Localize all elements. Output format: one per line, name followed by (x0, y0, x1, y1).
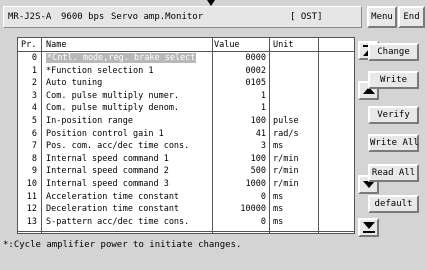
table-row[interactable]: 12 Deceleration time constant 10000 ms (18, 204, 354, 216)
screen: MR-J2S-A 9600 bps Servo amp.Monitor [ OS… (0, 0, 427, 270)
menu-button[interactable]: Menu (367, 6, 397, 28)
row-name: Com. pulse multiply numer. (46, 90, 180, 101)
row-value: 3 (260, 141, 266, 152)
row-name: Position control gain 1 (46, 128, 164, 139)
row-value: 1 (260, 103, 266, 114)
row-pr: 5 (31, 116, 37, 126)
table-row[interactable]: 2 Auto tuning 0105 (18, 78, 354, 90)
row-name: Deceleration time constant (46, 204, 180, 215)
row-pr: 2 (31, 78, 37, 89)
baud-rate-label: 9600 bps (61, 12, 105, 22)
table-row[interactable]: 4 Com. pulse multiply denom. 1 (18, 103, 354, 115)
row-pr: 1 (31, 65, 37, 76)
read-all-button[interactable]: Read All (368, 164, 419, 182)
row-name: *Function selection 1 (46, 65, 154, 76)
row-pr: 9 (31, 166, 37, 177)
row-value: 0105 (245, 78, 266, 89)
change-button[interactable]: Change (368, 43, 419, 61)
row-value: 41 (255, 128, 266, 139)
default-button[interactable]: default (368, 195, 419, 213)
table-row[interactable]: 9 Internal speed command 2 500 r/min (18, 166, 354, 178)
row-pr: 10 (26, 179, 37, 189)
row-unit: ms (273, 141, 284, 152)
row-unit: r/min (273, 166, 299, 177)
row-value: 500 (250, 166, 266, 177)
row-pr: 4 (31, 103, 37, 114)
end-button[interactable]: End (398, 6, 425, 28)
page-down-icon (363, 222, 375, 229)
table-row[interactable]: 10 Internal speed command 3 1000 r/min (18, 179, 354, 191)
row-unit: r/min (273, 179, 299, 189)
row-name: In-position range (46, 116, 133, 126)
verify-button[interactable]: Verify (368, 106, 419, 124)
table-row[interactable]: 7 Pos. com. acc/dec time cons. 3 ms (18, 141, 354, 153)
row-unit: ms (273, 191, 284, 202)
row-unit: ms (273, 204, 284, 215)
row-value: 0002 (245, 65, 266, 76)
row-unit: r/min (273, 153, 299, 164)
row-unit: pulse (273, 116, 299, 126)
row-pr: 3 (31, 90, 37, 101)
header-divider (18, 51, 354, 52)
row-name: S-pattern acc/dec time cons. (46, 216, 190, 227)
row-value: 0 (260, 216, 266, 227)
row-name: Internal speed command 1 (46, 153, 169, 164)
window-title: Servo amp.Monitor (111, 12, 204, 22)
row-value: 1 (260, 90, 266, 101)
table-row[interactable]: 1 *Function selection 1 0002 (18, 66, 354, 78)
row-name: Internal speed command 3 (46, 179, 169, 189)
title-bar: MR-J2S-A 9600 bps Servo amp.Monitor [ OS… (3, 6, 362, 28)
row-pr: 7 (31, 141, 37, 152)
row-unit: rad/s (273, 128, 299, 139)
parameter-table: Pr. Name Value Unit 0 *Cntl. mode,reg. br… (17, 37, 355, 234)
table-row[interactable]: 6 Position control gain 1 41 rad/s (18, 129, 354, 141)
row-pr: 11 (26, 191, 37, 202)
row-pr: 13 (26, 216, 37, 227)
table-row[interactable]: 5 In-position range 100 pulse (18, 116, 354, 128)
table-row[interactable]: 8 Internal speed command 1 100 r/min (18, 154, 354, 166)
page-down-bar-icon (363, 231, 375, 233)
row-pr: 0 (31, 53, 37, 63)
table-row[interactable]: 0 *Cntl. mode,reg. brake select 0000 (18, 53, 354, 65)
row-name: Acceleration time constant (46, 191, 180, 202)
row-value: 0000 (245, 53, 266, 63)
table-row[interactable]: 13 S-pattern acc/dec time cons. 0 ms (18, 217, 354, 229)
footer-note: *:Cycle amplifier power to initiate chan… (3, 240, 242, 250)
write-button[interactable]: Write (368, 71, 419, 89)
row-value: 0 (260, 191, 266, 202)
table-bottom-divider (18, 231, 354, 232)
table-row[interactable]: 3 Com. pulse multiply numer. 1 (18, 91, 354, 103)
row-name: Auto tuning (46, 78, 103, 89)
model-label: MR-J2S-A (8, 12, 52, 22)
table-row[interactable]: 11 Acceleration time constant 0 ms (18, 192, 354, 204)
row-pr: 12 (26, 204, 37, 215)
row-pr: 6 (31, 128, 37, 139)
row-value: 10000 (240, 204, 266, 215)
scroll-down-icon (363, 181, 375, 188)
header-value: Value (214, 40, 240, 50)
row-unit: ms (273, 216, 284, 227)
row-value: 100 (250, 153, 266, 164)
row-pr: 8 (31, 153, 37, 164)
row-name: Pos. com. acc/dec time cons. (46, 141, 190, 152)
row-value: 100 (250, 116, 266, 126)
row-name: Internal speed command 2 (46, 166, 169, 177)
row-name: *Cntl. mode,reg. brake select (46, 53, 197, 63)
header-name: Name (46, 40, 67, 50)
header-pr: Pr. (21, 40, 37, 50)
write-all-button[interactable]: Write All (368, 134, 419, 152)
page-down-button[interactable] (358, 218, 379, 237)
row-value: 1000 (245, 179, 266, 189)
header-unit: Unit (273, 40, 294, 50)
row-name: Com. pulse multiply denom. (46, 103, 180, 114)
status-indicator: [ OST] (290, 12, 323, 22)
